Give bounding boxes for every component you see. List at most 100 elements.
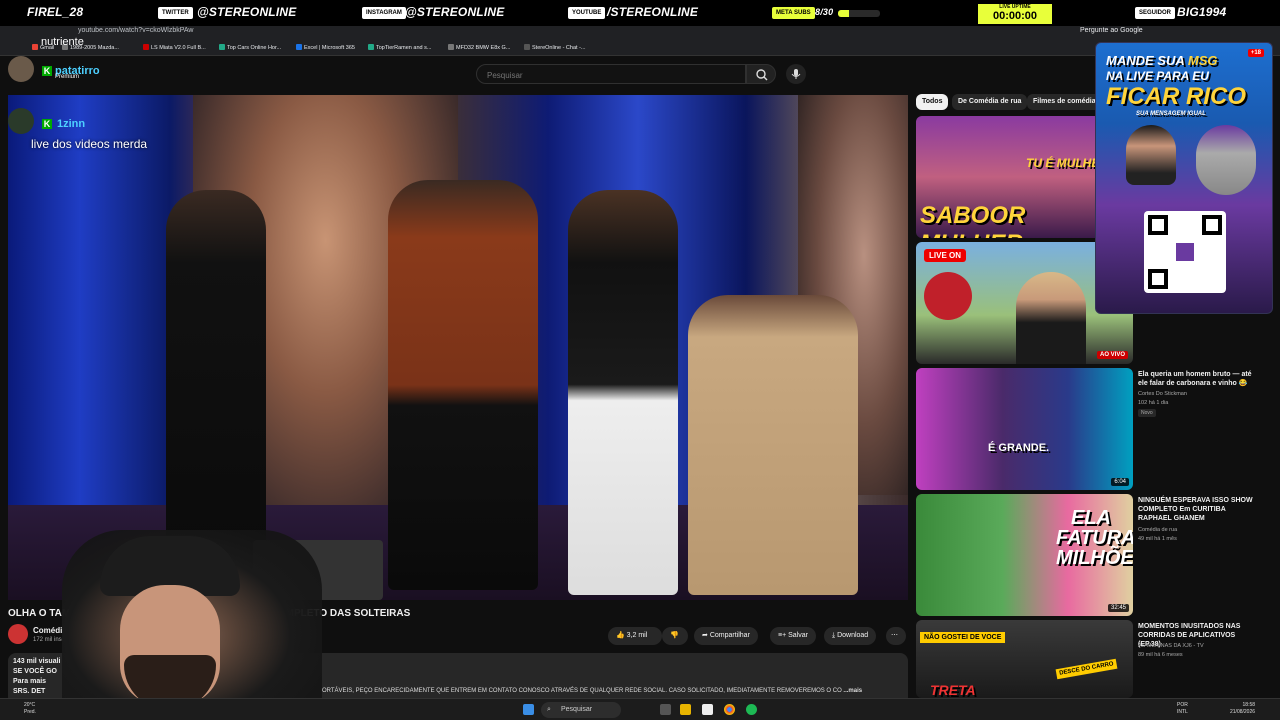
person-figure <box>1126 125 1176 185</box>
promo-line: MANDE SUA MSG <box>1106 53 1218 68</box>
bookmark-item[interactable]: Top Cars Online Hor... <box>219 44 281 51</box>
windows-taskbar: 20°C Pred. ⌕ Pesquisar POR INTL 18:58 21/08… <box>0 698 1280 720</box>
like-button[interactable]: 👍 3,2 mil <box>608 627 662 645</box>
overlay-user-left: FIREL_28 <box>27 5 84 19</box>
search-box[interactable] <box>476 64 746 84</box>
related-meta: 49 mil há 1 mês <box>1138 536 1177 542</box>
view-count: 143 mil visuali <box>13 658 61 665</box>
meta-subs-value: 8/30 <box>815 7 834 17</box>
bookmark-icon <box>296 44 302 50</box>
promo-subline: SUA MENSAGEM IGUAL <box>1136 111 1206 117</box>
save-icon: ≡+ <box>778 632 787 639</box>
chip-street-comedy[interactable]: De Comédia de rua <box>952 94 1028 110</box>
rhino-mascot <box>1196 125 1256 195</box>
promo-line: NA LIVE PARA EU <box>1106 69 1209 83</box>
description-line: Para mais <box>13 678 47 685</box>
show-more-link[interactable]: ...mais <box>843 688 862 694</box>
description-text: ORTÁVEIS, PEÇO ENCARECIDAMENTE QUE ENTRE… <box>322 688 863 694</box>
mic-icon <box>791 69 801 79</box>
chat-message: live dos videos merda <box>31 137 148 151</box>
follower-label: SEGUIDOR <box>1135 7 1176 19</box>
twitter-handle: @STEREONLINE <box>197 5 297 19</box>
related-thumbnail[interactable]: ELA FATURA MILHÕES 32:45 <box>916 494 1133 616</box>
bookmark-item[interactable]: TopTierRamen and s... <box>368 44 431 51</box>
url-text[interactable]: youtube.com/watch?v=ckoWlzbkPAw <box>78 27 194 34</box>
bookmark-icon <box>143 44 149 50</box>
app-icon[interactable] <box>702 704 713 715</box>
bookmark-icon <box>448 44 454 50</box>
address-bar[interactable]: youtube.com/watch?v=ckoWlzbkPAw Pergunte… <box>0 26 1280 40</box>
bookmark-item[interactable]: Excel | Microsoft 365 <box>296 44 355 51</box>
language-indicator[interactable]: POR INTL <box>1177 702 1188 716</box>
twitter-label: TWITTER <box>158 7 193 19</box>
share-button[interactable]: ➦ Compartilhar <box>694 627 758 645</box>
streamer-webcam <box>62 530 322 720</box>
related-channel[interactable]: AS MENINAS DA XJ6 - TV <box>1138 643 1204 649</box>
gmail-icon <box>32 44 38 50</box>
instagram-label: INSTAGRAM <box>362 7 406 19</box>
performer-figure <box>568 190 678 595</box>
related-channel[interactable]: Cortes Do Stickman <box>1138 391 1187 397</box>
voice-search-button[interactable] <box>786 64 806 84</box>
video-duration: 6:04 <box>1111 478 1129 486</box>
promo-headline: FICAR RICO <box>1106 83 1246 110</box>
related-thumbnail[interactable]: É GRANDE. 6:04 <box>916 368 1133 490</box>
video-player[interactable] <box>8 95 908 600</box>
thumbs-down-icon: 👎 <box>670 632 679 639</box>
chat-avatar <box>8 56 34 82</box>
uptime-value: 00:00:00 <box>992 10 1038 22</box>
google-prompt-button[interactable]: Pergunte ao Google <box>1080 27 1143 34</box>
bookmark-icon <box>219 44 225 50</box>
related-meta: 102 há 1 dia <box>1138 400 1169 406</box>
system-clock[interactable]: 18:58 21/08/2026 <box>1230 702 1255 716</box>
follower-name: BIG1994 <box>1177 5 1227 19</box>
related-meta: 89 mil há 6 meses <box>1138 652 1183 658</box>
description-line: SRS. DET <box>13 688 46 695</box>
search-icon <box>756 69 768 81</box>
live-on-badge: LIVE ON <box>924 249 967 262</box>
chat-avatar <box>8 108 34 134</box>
related-video-title[interactable]: NINGUÉM ESPERAVA ISSO SHOW COMPLETO Em C… <box>1138 496 1258 523</box>
taskbar-search[interactable]: ⌕ Pesquisar <box>541 702 621 718</box>
youtube-handle: /STEREONLINE <box>607 5 699 19</box>
chat-top-message: nutriente <box>41 36 84 48</box>
chip-comedy-movies[interactable]: Filmes de comédia <box>1027 94 1102 110</box>
instagram-handle: @STEREONLINE <box>405 5 505 19</box>
channel-avatar[interactable] <box>8 624 28 644</box>
save-button[interactable]: ≡+ Salvar <box>770 627 816 645</box>
related-channel[interactable]: Comédia de rua <box>1138 527 1177 533</box>
bookmark-item[interactable]: LS Miata V2.0 Full B... <box>143 44 206 51</box>
related-thumbnail[interactable]: NÃO GOSTEI DE VOCE TRETA DESCE DO CARRO <box>916 620 1133 698</box>
live-badge: AO VIVO <box>1096 351 1128 359</box>
spotify-icon[interactable] <box>746 704 757 715</box>
meta-progress-fill <box>838 10 850 17</box>
channel-logo <box>924 272 972 320</box>
bookmark-icon <box>368 44 374 50</box>
uptime-box: LIVE UPTIME 00:00:00 <box>978 4 1052 24</box>
meta-progress-bar <box>838 10 880 17</box>
share-icon: ➦ <box>702 632 708 639</box>
bookmark-item[interactable]: StereOnline - Chat -... <box>524 44 586 51</box>
more-actions-button[interactable]: ⋯ <box>886 627 906 645</box>
chip-all[interactable]: Todos <box>916 94 949 110</box>
windows-start-icon[interactable] <box>523 704 534 715</box>
bookmark-item[interactable]: MFD32 BMW E8x G... <box>448 44 510 51</box>
thumbs-up-icon: 👍 <box>616 632 625 639</box>
task-view-icon[interactable] <box>660 704 671 715</box>
new-badge: Novo <box>1138 409 1156 417</box>
qr-code[interactable] <box>1144 211 1226 293</box>
download-button[interactable]: ⤓ Download <box>824 627 877 645</box>
weather-widget[interactable]: 20°C Pred. <box>24 702 36 716</box>
dislike-button[interactable]: 👎 <box>662 627 688 645</box>
search-input[interactable] <box>487 71 727 80</box>
description-line: SE VOCÊ GO <box>13 668 57 675</box>
search-button[interactable] <box>746 64 776 84</box>
more-dots-icon: ⋯ <box>891 632 898 639</box>
chrome-icon[interactable] <box>724 704 735 715</box>
video-duration: 32:45 <box>1107 604 1129 612</box>
download-icon: ⤓ <box>832 632 836 639</box>
file-explorer-icon[interactable] <box>680 704 691 715</box>
kick-icon: K <box>42 119 52 129</box>
kick-icon: K <box>42 66 52 76</box>
related-video-title[interactable]: Ela queria um homem bruto — até ele fala… <box>1138 370 1258 388</box>
